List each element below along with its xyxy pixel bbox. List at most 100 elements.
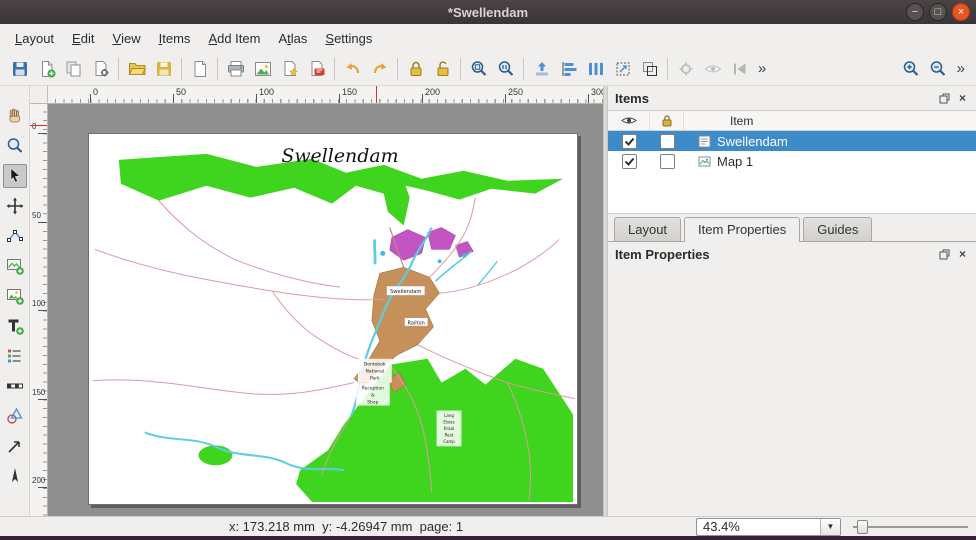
menu-add-item[interactable]: Add Item (199, 24, 269, 52)
add-picture-tool-button[interactable] (3, 284, 27, 308)
save-button[interactable] (6, 55, 33, 82)
ruler-cursor-marker-x (376, 86, 377, 103)
undo-icon (343, 59, 363, 79)
svg-text:Rest: Rest (445, 432, 454, 437)
move-item-content-tool-button[interactable] (3, 194, 27, 218)
svg-text:Park: Park (370, 376, 380, 382)
menu-layout[interactable]: Layout (6, 24, 63, 52)
lock-checkbox[interactable] (660, 134, 675, 149)
svg-text:Kraal: Kraal (444, 426, 454, 431)
align-items-button[interactable] (555, 55, 582, 82)
items-row-map1[interactable]: Map 1 (608, 151, 976, 171)
select-cursor-icon (5, 166, 25, 186)
tab-layout[interactable]: Layout (614, 217, 681, 241)
maximize-button[interactable]: □ (929, 3, 947, 21)
zoom-actual-icon (496, 59, 516, 79)
map-item[interactable]: Swellendam Railton Bontebok National Par… (89, 134, 577, 504)
atlas-first-button[interactable] (726, 55, 753, 82)
item-properties-float-button[interactable] (938, 248, 951, 261)
redo-button[interactable] (366, 55, 393, 82)
float-icon (939, 249, 950, 260)
map-title-label[interactable]: Swellendam (281, 145, 398, 167)
tab-guides[interactable]: Guides (803, 217, 872, 241)
statusbar: x: 173.218 mm y: -4.26947 mm page: 1 ▼ (0, 516, 976, 536)
zoom-actual-button[interactable] (492, 55, 519, 82)
duplicate-layout-button[interactable] (60, 55, 87, 82)
zoom-out-button[interactable] (925, 55, 952, 82)
menu-edit[interactable]: Edit (63, 24, 103, 52)
open-template-button[interactable] (123, 55, 150, 82)
zoom-level-combo[interactable]: ▼ (696, 518, 841, 536)
add-scalebar-icon (5, 376, 25, 396)
zoom-combo-dropdown-button[interactable]: ▼ (820, 519, 840, 535)
toolbar-overflow-button-2[interactable]: » (952, 60, 970, 77)
menu-settings[interactable]: Settings (316, 24, 381, 52)
pan-tool-button[interactable] (3, 104, 27, 128)
unlock-items-button[interactable] (429, 55, 456, 82)
edit-nodes-tool-button[interactable] (3, 224, 27, 248)
menu-items[interactable]: Items (150, 24, 200, 52)
add-map-tool-button[interactable] (3, 254, 27, 278)
select-move-item-tool-button[interactable] (3, 164, 27, 188)
item-properties-close-button[interactable]: × (956, 248, 969, 261)
add-legend-tool-button[interactable] (3, 344, 27, 368)
zoom-slider-handle[interactable] (857, 520, 868, 534)
railton-label: Railton (408, 320, 425, 326)
align-items-icon (559, 59, 579, 79)
undo-button[interactable] (339, 55, 366, 82)
add-north-arrow-tool-button[interactable] (3, 464, 27, 488)
layout-page[interactable]: Swellendam Railton Bontebok National Par… (88, 133, 578, 505)
raise-items-icon (532, 59, 552, 79)
svg-text:National: National (366, 369, 385, 375)
items-panel-close-button[interactable]: × (956, 92, 969, 105)
group-items-button[interactable] (636, 55, 663, 82)
add-arrow-tool-button[interactable] (3, 434, 27, 458)
raise-items-button[interactable] (528, 55, 555, 82)
add-north-arrow-icon (5, 466, 25, 486)
zoom-full-button[interactable] (465, 55, 492, 82)
save-as-template-button[interactable] (150, 55, 177, 82)
export-svg-button[interactable] (276, 55, 303, 82)
add-pages-button[interactable] (186, 55, 213, 82)
zoom-in-button[interactable] (898, 55, 925, 82)
item-name: Swellendam (717, 134, 788, 149)
zoom-slider[interactable] (853, 519, 968, 535)
edit-nodes-icon (5, 226, 25, 246)
minimize-button[interactable]: − (906, 3, 924, 21)
add-scalebar-tool-button[interactable] (3, 374, 27, 398)
svg-text:Elsies: Elsies (443, 419, 454, 424)
lock-items-button[interactable] (402, 55, 429, 82)
tab-item-properties[interactable]: Item Properties (684, 217, 800, 242)
add-picture-icon (5, 286, 25, 306)
zoom-tool-button[interactable] (3, 134, 27, 158)
resize-items-button[interactable] (609, 55, 636, 82)
check-icon (624, 157, 635, 166)
save-icon (10, 59, 30, 79)
town-label: Swellendam (390, 289, 421, 295)
visibility-checkbox[interactable] (622, 154, 637, 169)
export-pdf-button[interactable] (303, 55, 330, 82)
export-image-button[interactable] (249, 55, 276, 82)
lock-checkbox[interactable] (660, 154, 675, 169)
add-shape-tool-button[interactable] (3, 404, 27, 428)
menu-atlas[interactable]: Atlas (269, 24, 316, 52)
menu-view[interactable]: View (103, 24, 149, 52)
layout-manager-button[interactable] (87, 55, 114, 82)
layout-canvas[interactable]: Swellendam Railton Bontebok National Par… (48, 104, 603, 516)
atlas-settings-button[interactable] (672, 55, 699, 82)
horizontal-ruler: 0 50 100 150 200 250 300 (48, 86, 603, 104)
distribute-items-button[interactable] (582, 55, 609, 82)
zoom-slider-track[interactable] (853, 526, 968, 528)
new-layout-button[interactable] (33, 55, 60, 82)
close-button[interactable]: × (952, 3, 970, 21)
add-label-tool-button[interactable] (3, 314, 27, 338)
zoom-level-input[interactable] (697, 519, 820, 534)
visibility-checkbox[interactable] (622, 134, 637, 149)
items-row-swellendam[interactable]: Swellendam (608, 131, 976, 151)
items-panel-float-button[interactable] (938, 92, 951, 105)
print-button[interactable] (222, 55, 249, 82)
resize-items-icon (613, 59, 633, 79)
atlas-settings-icon (676, 59, 696, 79)
atlas-preview-button[interactable] (699, 55, 726, 82)
toolbar-overflow-button[interactable]: » (753, 60, 771, 77)
